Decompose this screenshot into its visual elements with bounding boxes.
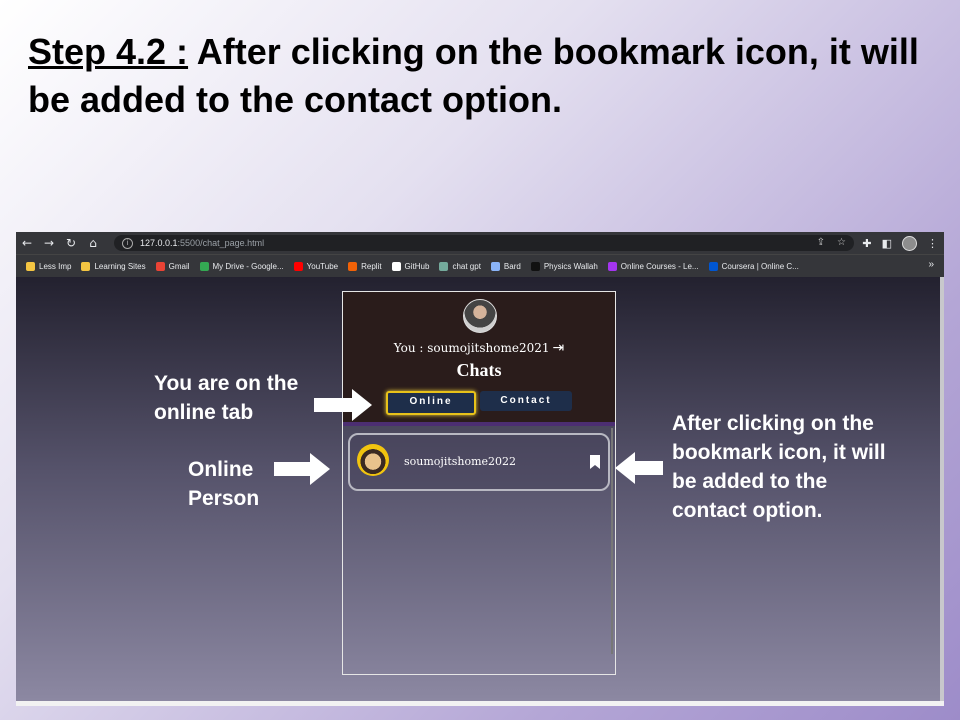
online-username: soumojitshome2022 — [404, 455, 517, 468]
bookmark-label: Physics Wallah — [543, 261, 598, 271]
url-host: 127.0.0.1 — [140, 238, 178, 248]
url-path: :5500/chat_page.html — [177, 238, 265, 248]
arrow-right-icon — [274, 453, 330, 485]
bookmark-item[interactable]: Coursera | Online C... — [708, 261, 799, 271]
arrow-right-icon — [314, 389, 372, 421]
online-user-avatar — [357, 444, 389, 476]
udemy-icon — [607, 261, 617, 271]
slide-title: Step 4.2 : After clicking on the bookmar… — [28, 28, 938, 124]
address-bar[interactable]: i 127.0.0.1:5500/chat_page.html ⇪ ☆ — [114, 235, 854, 251]
arrow-left-icon — [615, 452, 663, 484]
bookmark-label: My Drive - Google... — [212, 261, 284, 271]
profile-avatar[interactable] — [902, 235, 917, 251]
url-text: 127.0.0.1:5500/chat_page.html — [140, 238, 264, 248]
folder-icon — [26, 261, 35, 271]
online-tab-note-line: You are on the — [154, 372, 299, 395]
menu-icon[interactable]: ⋮ — [927, 237, 938, 250]
bookmark-item[interactable]: Replit — [348, 261, 382, 271]
online-person-note-line: Online — [188, 458, 254, 481]
coursera-icon — [708, 261, 718, 271]
chat-app-panel: You : soumojitshome2021 ⇥ Chats Online Co… — [342, 291, 616, 675]
pw-icon — [530, 261, 540, 271]
arrow-right-icon[interactable]: → — [38, 236, 60, 250]
star-icon[interactable]: ☆ — [837, 235, 846, 251]
bookmark-item[interactable]: Online Courses - Le... — [607, 261, 699, 271]
tab-online[interactable]: Online — [386, 391, 476, 415]
extensions-icon[interactable]: ✚ — [862, 237, 871, 250]
page-scrollbar[interactable] — [940, 277, 944, 701]
bookmark-label: Learning Sites — [94, 261, 146, 271]
bookmark-item[interactable]: YouTube — [293, 261, 339, 271]
arrow-left-icon[interactable]: ← — [16, 236, 38, 250]
browser-toolbar: ← → ↻ ⌂ i 127.0.0.1:5500/chat_page.html … — [16, 232, 944, 254]
online-user-card[interactable]: soumojitshome2022 — [348, 433, 610, 491]
gmail-icon — [155, 261, 165, 271]
bookmark-item[interactable]: chat gpt — [439, 261, 481, 271]
folder-icon — [81, 261, 91, 271]
side-panel-icon[interactable]: ◧ — [882, 237, 892, 250]
tab-contact[interactable]: Contact — [480, 391, 572, 411]
bookmark-item[interactable]: GitHub — [391, 261, 430, 271]
current-user-avatar — [463, 299, 497, 333]
bookmark-label: Bard — [503, 261, 521, 271]
bookmark-item[interactable]: Less Imp — [26, 261, 72, 271]
bard-icon — [490, 261, 500, 271]
logout-icon[interactable]: ⇥ — [553, 340, 565, 356]
bookmark-item[interactable]: Learning Sites — [81, 261, 146, 271]
bookmark-label: Less Imp — [39, 261, 72, 271]
current-user-line: You : soumojitshome2021 ⇥ — [343, 340, 615, 356]
github-icon — [391, 261, 401, 271]
bookmark-item[interactable]: Gmail — [155, 261, 190, 271]
bookmarks-bar: Less Imp Learning Sites Gmail My Drive - Go… — [16, 254, 944, 277]
chat-list-scrollbar[interactable] — [611, 428, 613, 654]
online-tab-note-line: online tab — [154, 401, 254, 424]
bookmark-item[interactable]: Physics Wallah — [530, 261, 598, 271]
youtube-icon — [293, 261, 303, 271]
reload-icon[interactable]: ↻ — [60, 236, 82, 250]
chats-title: Chats — [456, 360, 502, 380]
step-label: Step 4.2 : — [28, 31, 189, 72]
share-icon[interactable]: ⇪ — [817, 235, 825, 251]
bookmark-item[interactable]: Bard — [490, 261, 521, 271]
home-icon[interactable]: ⌂ — [82, 236, 104, 250]
bookmark-note-line: bookmark icon, it will — [672, 441, 886, 464]
bookmark-note: After clicking on the bookmark icon, it … — [672, 409, 886, 525]
bookmarks-overflow-icon[interactable]: » — [928, 259, 934, 270]
current-user-label: You : soumojitshome2021 — [393, 341, 550, 355]
bookmark-note-line: be added to the — [672, 470, 828, 493]
bookmark-label: YouTube — [306, 261, 339, 271]
chatgpt-icon — [439, 261, 449, 271]
bookmark-label: chat gpt — [452, 261, 481, 271]
replit-icon — [348, 261, 358, 271]
bookmark-note-line: After clicking on the — [672, 412, 874, 435]
bookmark-icon[interactable] — [590, 455, 600, 469]
bookmark-label: Coursera | Online C... — [721, 261, 799, 271]
chat-header: You : soumojitshome2021 ⇥ Chats Online Co… — [343, 292, 615, 426]
online-person-note-line: Person — [188, 487, 260, 510]
bookmark-label: GitHub — [404, 261, 430, 271]
bookmark-label: Gmail — [168, 261, 190, 271]
online-person-note: Online Person — [188, 455, 259, 513]
bookmark-note-line: contact option. — [672, 499, 823, 522]
info-icon[interactable]: i — [122, 237, 133, 249]
bookmark-item[interactable]: My Drive - Google... — [199, 261, 284, 271]
bookmark-label: Replit — [361, 261, 382, 271]
drive-icon — [199, 261, 209, 271]
online-tab-note: You are on the online tab — [154, 369, 298, 427]
bookmark-label: Online Courses - Le... — [620, 261, 699, 271]
window-bottom-edge — [16, 701, 944, 706]
